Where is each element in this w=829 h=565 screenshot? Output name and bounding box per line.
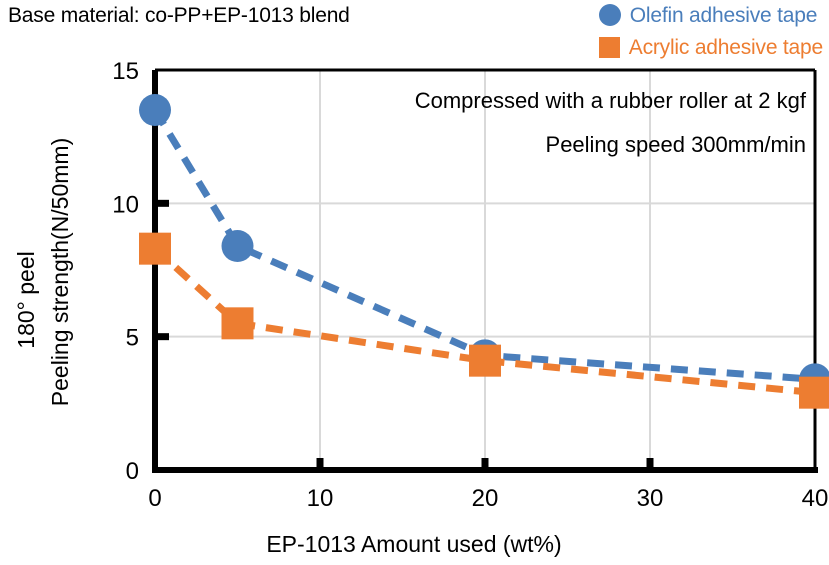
y-axis-tick-label: 10 [112, 191, 139, 218]
x-axis-tick-label: 0 [148, 485, 161, 512]
chart-page: Base material: co-PP+EP-1013 blend Olefi… [0, 0, 829, 565]
y-axis-tick-label: 5 [126, 325, 139, 352]
grid-vertical [319, 70, 651, 470]
y-axis-tick-label: 15 [112, 58, 139, 85]
y-axis-tick-label: 0 [126, 458, 139, 485]
annotation-line-2: Peeling speed 300mm/min [546, 132, 806, 157]
annotation-line-1: Compressed with a rubber roller at 2 kgf [415, 88, 807, 113]
data-point-circle [139, 94, 171, 126]
y-axis-title-line-1: 180° peel [13, 251, 39, 348]
data-point-square [799, 376, 829, 409]
y-axis-tick-labels: 0 5 10 15 [112, 58, 139, 485]
chart-plot-area: 0 10 20 30 40 0 5 10 15 Compressed with a rubbe… [0, 0, 829, 565]
data-point-square [469, 344, 501, 377]
x-axis-tick-label: 20 [472, 485, 499, 512]
x-axis-tick-label: 40 [802, 485, 829, 512]
data-point-square [221, 307, 254, 340]
x-axis-title: EP-1013 Amount used (wt%) [266, 531, 561, 557]
x-axis-tick-label: 30 [637, 485, 664, 512]
x-axis-tick-label: 10 [307, 485, 334, 512]
data-point-square [139, 232, 171, 265]
data-point-circle [221, 230, 254, 262]
peel-strength-line-chart: 0 10 20 30 40 0 5 10 15 Compressed with a rubbe… [13, 58, 829, 557]
y-axis-title-line-2: Peeling strength(N/50mm) [47, 138, 73, 406]
x-axis-tick-labels: 0 10 20 30 40 [148, 485, 828, 512]
